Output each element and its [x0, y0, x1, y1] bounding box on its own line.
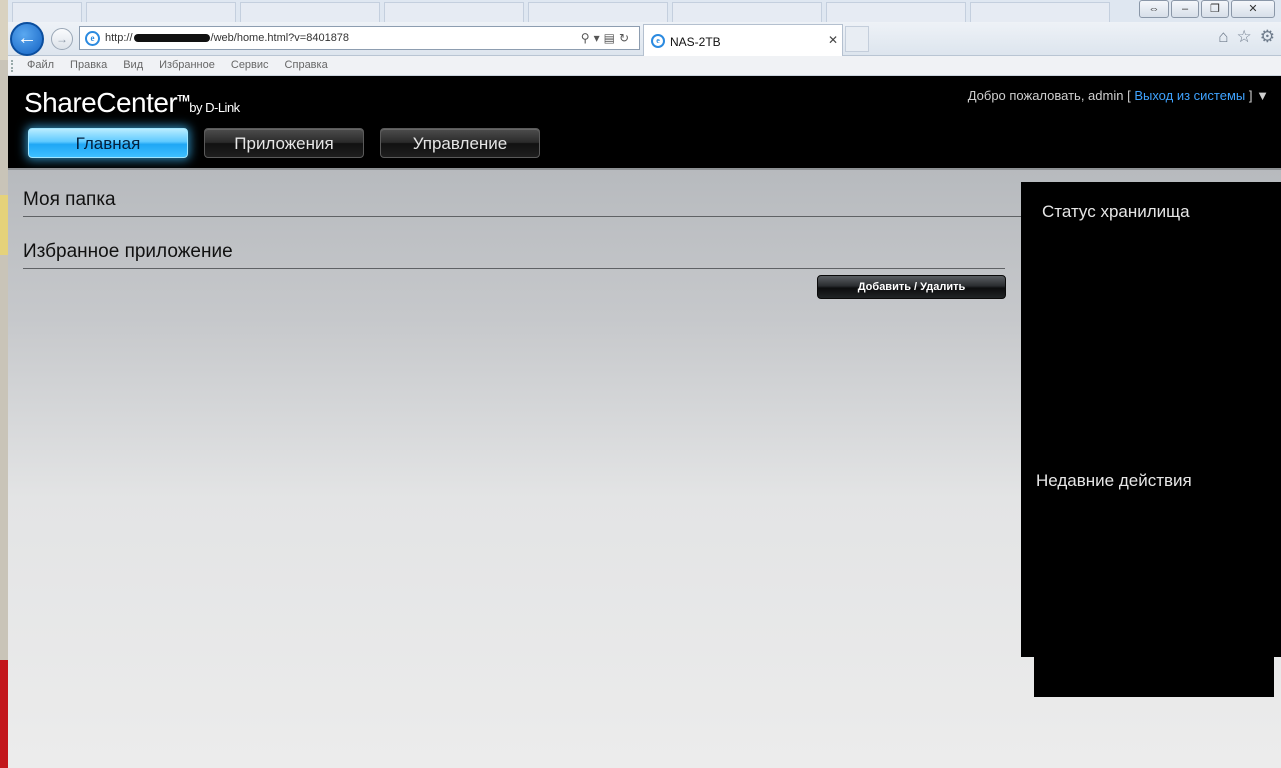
- menu-view[interactable]: Вид: [123, 59, 143, 71]
- close-tab-icon[interactable]: ✕: [828, 33, 838, 47]
- favorites-star-icon[interactable]: ☆: [1237, 27, 1252, 47]
- background-tab[interactable]: [86, 2, 236, 22]
- tab-home[interactable]: Главная: [28, 128, 188, 158]
- background-tab[interactable]: [528, 2, 668, 22]
- desktop-strip-segment: [0, 195, 8, 255]
- browser-menu-bar: Файл Правка Вид Избранное Сервис Справка: [8, 56, 1281, 76]
- browser-navigation-bar: ← → e http:///web/home.html?v=8401878 ⚲▾…: [8, 22, 1281, 56]
- favorite-apps-title: Избранное приложение: [23, 241, 233, 262]
- menu-favorites[interactable]: Избранное: [159, 59, 215, 71]
- menu-tools[interactable]: Сервис: [231, 59, 269, 71]
- my-folder-title: Моя папка: [23, 189, 116, 210]
- tab-nas-2tb[interactable]: e NAS-2TB ✕: [643, 24, 843, 56]
- compat-view-icon[interactable]: ▾▤: [594, 31, 619, 45]
- browser-tools: ⌂ ☆ ⚙: [1218, 27, 1275, 47]
- search-icon[interactable]: ⚲: [581, 31, 594, 45]
- maximize-icon[interactable]: ❐: [1201, 0, 1229, 18]
- tab-applications[interactable]: Приложения: [204, 128, 364, 158]
- background-tab[interactable]: [970, 2, 1110, 22]
- redacted-host: [133, 34, 210, 43]
- address-actions: ⚲▾▤↻: [581, 31, 633, 45]
- background-tab[interactable]: [826, 2, 966, 22]
- divider: [23, 216, 1023, 217]
- add-remove-button[interactable]: Добавить / Удалить: [817, 275, 1006, 299]
- recent-actions-title: Недавние действия: [1036, 471, 1192, 490]
- refresh-icon[interactable]: ↻: [619, 31, 633, 45]
- address-text[interactable]: http:///web/home.html?v=8401878: [105, 32, 349, 44]
- forward-arrow-icon[interactable]: →: [51, 28, 73, 50]
- new-tab-button[interactable]: [845, 26, 869, 52]
- desktop-strip-segment: [0, 0, 8, 60]
- window-controls: – ❐ ✕: [1171, 0, 1275, 18]
- home-icon[interactable]: ⌂: [1218, 27, 1228, 47]
- side-panel-extension: [1034, 657, 1274, 697]
- dropdown-triangle-icon[interactable]: ▼: [1256, 88, 1269, 103]
- tab-title: NAS-2TB: [670, 35, 721, 49]
- search-box-background: [968, 30, 1158, 48]
- desktop-background-strip: [0, 0, 8, 768]
- divider: [23, 268, 1005, 269]
- ie-tab-icon: e: [651, 34, 665, 48]
- welcome-text: Добро пожаловать, admin [ Выход из систе…: [967, 88, 1269, 103]
- resize-icon[interactable]: ⇔: [1139, 0, 1169, 18]
- gear-icon[interactable]: ⚙: [1260, 27, 1275, 47]
- side-panel: Статус хранилища Недавние действия: [1021, 182, 1281, 657]
- background-tab[interactable]: [672, 2, 822, 22]
- minimize-icon[interactable]: –: [1171, 0, 1199, 18]
- logout-link[interactable]: Выход из системы: [1134, 88, 1245, 103]
- close-window-icon[interactable]: ✕: [1231, 0, 1275, 18]
- back-arrow-icon[interactable]: ←: [10, 22, 44, 56]
- browser-title-strip: ⇔ – ❐ ✕: [8, 0, 1281, 22]
- address-bar[interactable]: e http:///web/home.html?v=8401878 ⚲▾▤↻: [79, 26, 640, 50]
- tab-management[interactable]: Управление: [380, 128, 540, 158]
- background-tab[interactable]: [384, 2, 524, 22]
- menu-file[interactable]: Файл: [27, 59, 54, 71]
- background-tab[interactable]: [240, 2, 380, 22]
- app-header: ShareCenterTMby D-Link Добро пожаловать,…: [8, 76, 1281, 168]
- background-tab[interactable]: [12, 2, 82, 22]
- toolbar-grip[interactable]: [11, 60, 13, 72]
- desktop-strip-segment: [0, 660, 8, 768]
- storage-status-title: Статус хранилища: [1042, 202, 1190, 221]
- menu-edit[interactable]: Правка: [70, 59, 107, 71]
- menu-help[interactable]: Справка: [285, 59, 328, 71]
- sharecenter-logo: ShareCenterTMby D-Link: [24, 87, 240, 118]
- ie-page-icon: e: [85, 31, 100, 46]
- main-nav: Главная Приложения Управление: [28, 128, 540, 158]
- header-shadow-line: [8, 168, 1281, 170]
